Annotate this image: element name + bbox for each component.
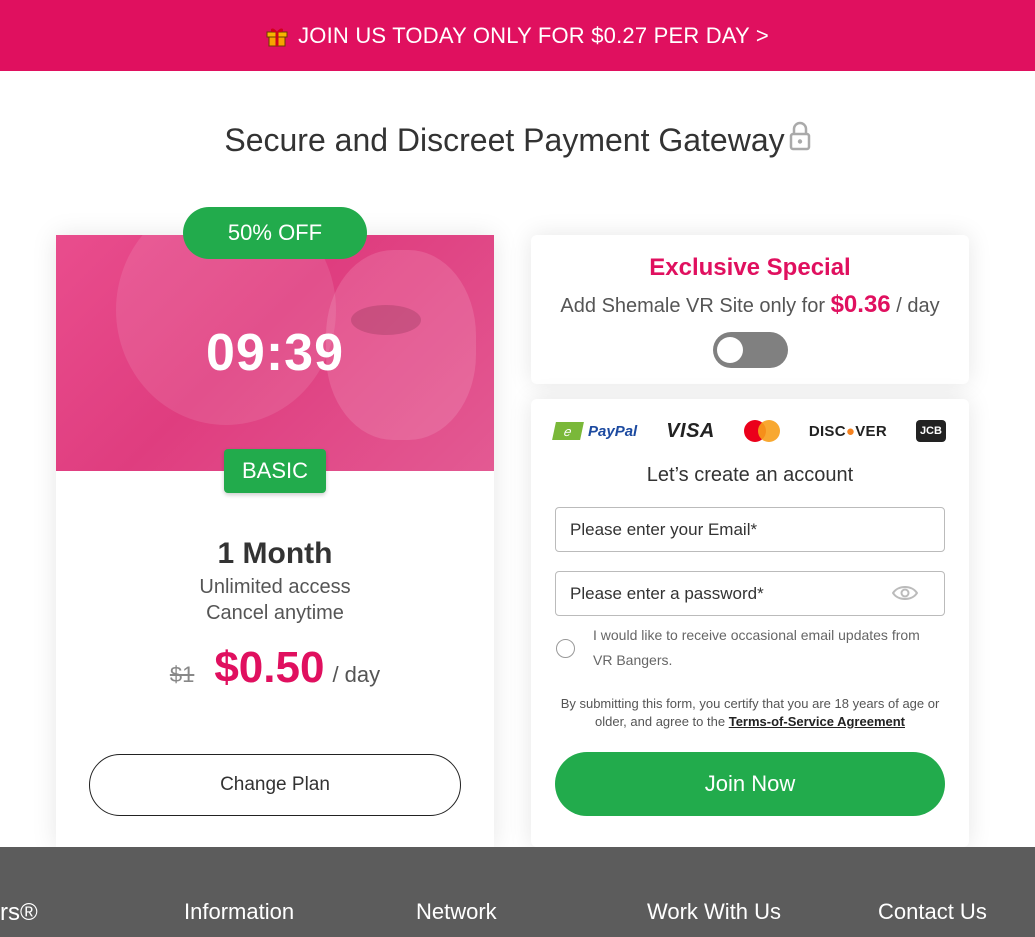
newsletter-checkbox[interactable] [556, 639, 575, 658]
discover-logo: DISC●VER [808, 422, 887, 440]
discount-badge: 50% OFF [183, 207, 367, 259]
plan-feature: Cancel anytime [206, 602, 344, 624]
toggle-knob [717, 337, 743, 363]
plan-feature: Unlimited access [199, 576, 351, 598]
footer-heading-work-with-us[interactable]: Work With Us [647, 899, 781, 925]
price-unit: / day [332, 662, 381, 687]
special-description: Add Shemale VR Site only for $0.36 / day [531, 291, 969, 319]
current-price: $0.50 [214, 643, 325, 692]
terms-disclaimer: By submitting this form, you certify tha… [551, 695, 949, 731]
plan-card: 09:39 BASIC 1 Month Unlimited access Can… [56, 235, 494, 847]
change-plan-button[interactable]: Change Plan [89, 754, 461, 816]
plan-duration: 1 Month [217, 537, 333, 570]
gift-icon [266, 25, 288, 47]
mastercard-logo [743, 420, 780, 442]
special-unit: / day [896, 295, 940, 317]
newsletter-label: I would like to receive occasional email… [593, 627, 920, 668]
footer-logo[interactable]: rs® [0, 899, 38, 927]
special-title: Exclusive Special [649, 254, 851, 281]
countdown-timer: 09:39 [206, 324, 344, 382]
promo-banner[interactable]: JOIN US TODAY ONLY FOR $0.27 PER DAY > [0, 0, 1035, 71]
terms-link[interactable]: Terms-of-Service Agreement [729, 714, 905, 729]
join-now-button[interactable]: Join Now [555, 752, 945, 816]
promo-text[interactable]: JOIN US TODAY ONLY FOR $0.27 PER DAY > [298, 23, 769, 49]
jcb-logo: JCB [915, 420, 946, 442]
password-field[interactable] [555, 571, 945, 616]
payment-methods: e PayPal VISA DISC●VER JCB [552, 417, 946, 445]
footer-heading-information[interactable]: Information [184, 899, 294, 925]
form-title: Let’s create an account [646, 464, 854, 486]
paypal-logo: e PayPal [552, 422, 637, 440]
plan-hero-image: 09:39 [56, 235, 494, 471]
exclusive-special-card: Exclusive Special Add Shemale VR Site on… [531, 235, 969, 384]
footer-heading-contact-us[interactable]: Contact Us [878, 899, 987, 925]
plan-price-row: $1 $0.50 / day [56, 643, 494, 693]
signup-form-card: e PayPal VISA DISC●VER JCB Let’s create a… [531, 399, 969, 847]
special-price: $0.36 [830, 291, 891, 318]
old-price: $1 [169, 662, 195, 687]
tier-badge: BASIC [224, 449, 326, 493]
special-text: Add Shemale VR Site only for [560, 295, 826, 317]
page-title-text: Secure and Discreet Payment Gateway [224, 122, 785, 158]
eye-icon[interactable] [891, 585, 919, 601]
lock-icon [789, 121, 811, 159]
email-field[interactable] [555, 507, 945, 552]
addon-toggle[interactable] [713, 332, 788, 368]
page-title: Secure and Discreet Payment Gateway [0, 121, 1035, 159]
footer-heading-network[interactable]: Network [416, 899, 497, 925]
footer: rs® Information Network Work With Us Con… [0, 847, 1035, 937]
visa-logo: VISA [666, 419, 715, 442]
